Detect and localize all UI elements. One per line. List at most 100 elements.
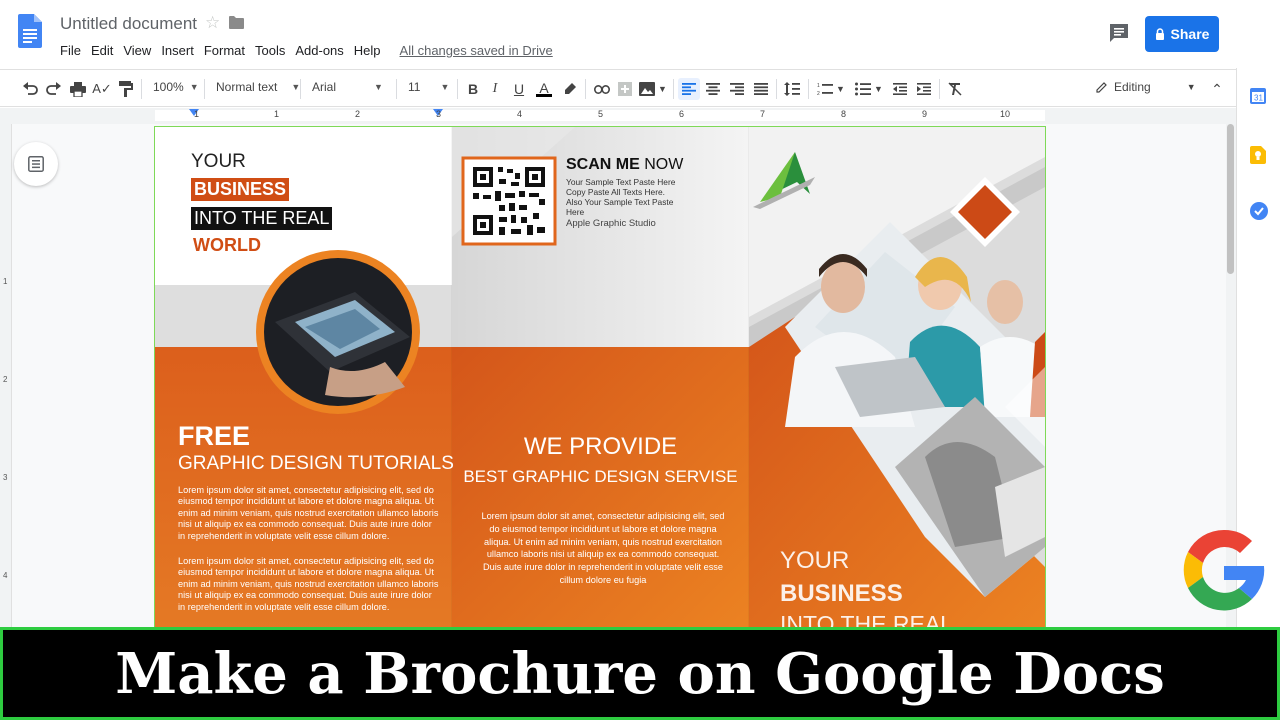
left-tutorials-heading: GRAPHIC DESIGN TUTORIALS — [178, 453, 454, 474]
justify-icon[interactable] — [752, 78, 770, 100]
chevron-down-icon: ▼ — [440, 82, 450, 92]
left-paragraph-2: Lorem ipsum dolor sit amet, consectetur … — [178, 556, 439, 612]
collapse-toolbar-icon[interactable]: ⌃ — [1208, 78, 1226, 100]
left-paragraph-1: Lorem ipsum dolor sit amet, consectetur … — [178, 485, 439, 541]
vertical-ruler[interactable]: 1 2 3 4 — [0, 124, 12, 630]
sample-line: Copy Paste All Texts Here. — [566, 187, 665, 197]
zoom-select[interactable]: 100% ▼ — [153, 80, 199, 94]
document-canvas: 1 2 3 4 YOUR BUSINESS INTO THE REAL WORL… — [0, 124, 1236, 638]
link-icon[interactable] — [592, 78, 612, 100]
paint-format-icon[interactable] — [116, 78, 136, 100]
line-spacing-icon[interactable] — [782, 78, 802, 100]
decrease-indent-icon[interactable] — [891, 78, 909, 100]
share-label: Share — [1170, 26, 1210, 42]
ruler-number: 9 — [922, 109, 928, 119]
align-right-icon[interactable] — [728, 78, 746, 100]
ruler-number: 10 — [1000, 109, 1011, 119]
highlight-icon[interactable] — [561, 78, 579, 100]
italic-button[interactable]: I — [487, 78, 503, 100]
text-color-label: A — [539, 79, 549, 96]
menu-addons[interactable]: Add-ons — [295, 43, 343, 58]
ruler-number: 7 — [760, 109, 766, 119]
style-select[interactable]: Normal text ▼ — [216, 80, 300, 94]
scrollbar-thumb[interactable] — [1227, 124, 1234, 274]
left-headline-world: WORLD — [193, 235, 261, 255]
image-icon[interactable]: ▼ — [638, 78, 668, 100]
save-status-link[interactable]: All changes saved in Drive — [400, 43, 553, 58]
text-color-button[interactable]: A — [535, 78, 553, 100]
calendar-icon[interactable]: 31 — [1250, 88, 1266, 104]
google-g-logo-icon — [1183, 529, 1265, 611]
numbered-list-icon[interactable]: 1 2 ▼ — [815, 78, 847, 100]
chevron-down-icon: ▼ — [374, 82, 383, 92]
text-color-swatch — [536, 93, 552, 97]
svg-text:2: 2 — [817, 91, 820, 96]
align-left-icon[interactable] — [678, 78, 700, 100]
toolbar: A✓ 100% ▼ Normal text ▼ Arial ▼ 11 ▼ B I U A — [0, 69, 1236, 107]
share-button[interactable]: Share — [1145, 16, 1219, 52]
align-center-icon[interactable] — [704, 78, 722, 100]
studio-name: Apple Graphic Studio — [566, 218, 656, 229]
folder-icon[interactable] — [229, 16, 244, 29]
sample-line: Your Sample Text Paste Here — [566, 177, 676, 187]
svg-text:31: 31 — [1254, 94, 1263, 103]
ruler-number: 4 — [517, 109, 523, 119]
redo-icon[interactable] — [44, 78, 64, 100]
menu-file[interactable]: File — [60, 43, 81, 58]
font-select[interactable]: Arial ▼ — [312, 80, 383, 94]
underline-button[interactable]: U — [511, 78, 527, 100]
bulleted-list-icon[interactable]: ▼ — [853, 78, 885, 100]
increase-indent-icon[interactable] — [915, 78, 933, 100]
we-provide-heading: WE PROVIDE — [523, 433, 678, 460]
print-icon[interactable] — [68, 78, 88, 100]
ruler-number: 2 — [3, 375, 8, 384]
ruler-number: 3 — [3, 473, 8, 482]
ruler-number: 1 — [194, 109, 200, 119]
menu-insert[interactable]: Insert — [161, 43, 194, 58]
scan-me-label: SCAN ME — [566, 156, 640, 173]
spellcheck-icon[interactable]: A✓ — [92, 78, 112, 100]
middle-paragraph: Lorem ipsum dolor sit amet, consectetur … — [481, 511, 725, 585]
comment-icon[interactable] — [1108, 22, 1130, 44]
docs-logo-icon[interactable] — [18, 14, 42, 48]
undo-icon[interactable] — [20, 78, 40, 100]
pencil-icon — [1096, 82, 1107, 93]
document-title[interactable]: Untitled document — [60, 14, 197, 34]
menu-help[interactable]: Help — [354, 43, 381, 58]
brochure-page[interactable]: YOUR BUSINESS INTO THE REAL WORLD FREE G… — [154, 126, 1046, 638]
app-header: Untitled document ☆ File Edit View Inser… — [0, 0, 1236, 68]
horizontal-ruler[interactable]: 1 1 2 3 4 5 6 7 8 9 10 — [0, 108, 1236, 124]
keep-icon[interactable] — [1250, 146, 1266, 164]
chevron-down-icon: ▼ — [291, 82, 301, 92]
scan-now-label: NOW — [639, 156, 684, 173]
ruler-number: 5 — [598, 109, 604, 119]
menu-edit[interactable]: Edit — [91, 43, 113, 58]
bold-button[interactable]: B — [465, 78, 481, 100]
menu-view[interactable]: View — [123, 43, 151, 58]
outline-icon — [28, 156, 44, 172]
font-size-value: 11 — [408, 80, 421, 94]
left-headline-business: BUSINESS — [191, 178, 290, 201]
sample-line: Also Your Sample Text Paste — [566, 197, 674, 207]
left-headline-into: INTO THE REAL — [191, 207, 333, 230]
menu-format[interactable]: Format — [204, 43, 245, 58]
ruler-number: 3 — [436, 109, 442, 119]
left-free-heading: FREE — [178, 421, 251, 451]
lock-icon — [1155, 28, 1164, 40]
editing-mode-select[interactable]: Editing ▼ — [1096, 80, 1196, 94]
menu-tools[interactable]: Tools — [255, 43, 285, 58]
ruler-number: 1 — [3, 277, 8, 286]
star-icon[interactable]: ☆ — [205, 13, 220, 33]
chevron-down-icon: ▼ — [189, 82, 199, 92]
document-outline-button[interactable] — [14, 142, 58, 186]
clear-format-icon[interactable] — [946, 78, 964, 100]
ruler-number: 8 — [841, 109, 847, 119]
right-headline-business: BUSINESS — [780, 580, 903, 607]
style-value: Normal text — [216, 80, 278, 94]
right-headline-your: YOUR — [780, 547, 850, 574]
font-value: Arial — [312, 80, 337, 94]
ruler-number: 1 — [274, 109, 280, 119]
font-size-select[interactable]: 11 ▼ — [408, 80, 449, 94]
tasks-icon[interactable] — [1250, 202, 1268, 220]
add-comment-icon[interactable] — [616, 78, 634, 100]
